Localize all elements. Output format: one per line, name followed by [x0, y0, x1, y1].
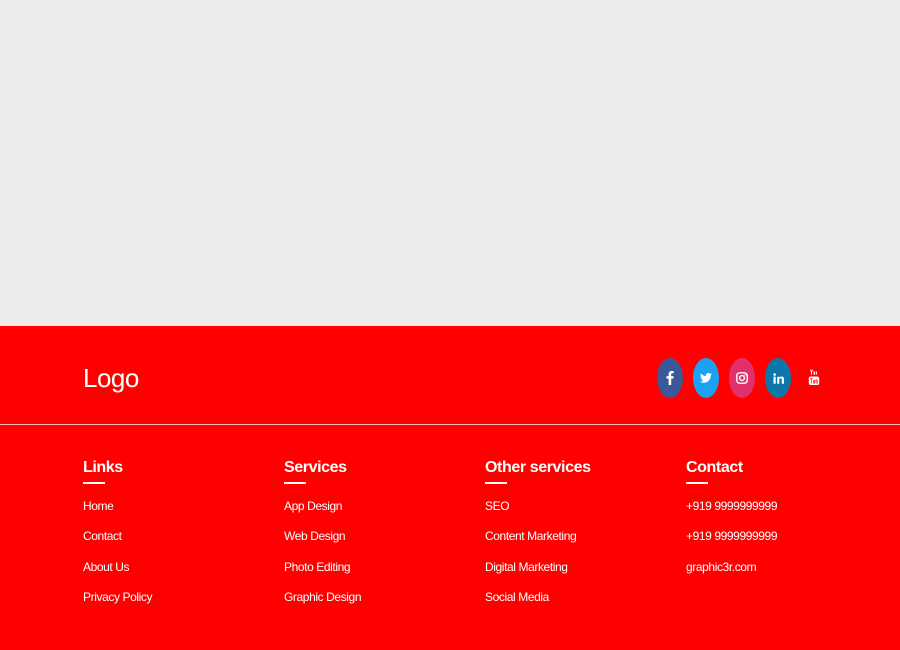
- footer-column-links: Links Home Contact About Us Privacy Poli…: [83, 457, 284, 619]
- linkedin-icon: [772, 372, 784, 384]
- page: Logo Links Home Contact About Us Privacy…: [0, 0, 900, 650]
- youtube-link[interactable]: [801, 358, 827, 398]
- social-links: [657, 358, 827, 398]
- column-title: Links: [83, 459, 123, 476]
- link-item-home[interactable]: Home: [83, 498, 284, 528]
- footer-top: Logo: [0, 326, 900, 424]
- twitter-icon: [700, 373, 712, 383]
- facebook-icon: [666, 371, 674, 385]
- footer-columns: Links Home Contact About Us Privacy Poli…: [83, 457, 887, 619]
- footer-column-other-services: Other services SEO Content Marketing Dig…: [485, 457, 686, 619]
- footer-column-contact: Contact +919 9999999999 +919 9999999999 …: [686, 457, 887, 619]
- link-item-seo[interactable]: SEO: [485, 498, 686, 528]
- link-list: App Design Web Design Photo Editing Grap…: [284, 498, 485, 619]
- link-item-graphic-design[interactable]: Graphic Design: [284, 589, 485, 619]
- title-underline: [83, 482, 105, 484]
- linkedin-link[interactable]: [765, 358, 791, 398]
- title-underline: [284, 482, 306, 484]
- contact-website[interactable]: graphic3r.com: [686, 559, 887, 589]
- title-underline: [686, 482, 708, 484]
- link-item-digital-marketing[interactable]: Digital Marketing: [485, 559, 686, 589]
- link-item-app-design[interactable]: App Design: [284, 498, 485, 528]
- link-item-contact[interactable]: Contact: [83, 528, 284, 558]
- link-item-photo-editing[interactable]: Photo Editing: [284, 559, 485, 589]
- footer-logo[interactable]: Logo: [83, 362, 139, 394]
- link-list: +919 9999999999 +919 9999999999 graphic3…: [686, 498, 887, 589]
- link-item-social-media[interactable]: Social Media: [485, 589, 686, 619]
- link-list: SEO Content Marketing Digital Marketing …: [485, 498, 686, 619]
- link-list: Home Contact About Us Privacy Policy: [83, 498, 284, 619]
- footer-divider: [0, 424, 900, 425]
- link-item-about-us[interactable]: About Us: [83, 559, 284, 589]
- site-footer: Logo Links Home Contact About Us Privacy…: [0, 326, 900, 650]
- title-underline: [485, 482, 507, 484]
- instagram-link[interactable]: [729, 358, 755, 398]
- youtube-icon: [808, 369, 820, 387]
- main-content-area: [0, 0, 900, 326]
- instagram-icon: [736, 372, 748, 384]
- facebook-link[interactable]: [657, 358, 683, 398]
- column-title: Contact: [686, 459, 743, 476]
- contact-phone-2[interactable]: +919 9999999999: [686, 528, 887, 558]
- column-title: Services: [284, 459, 347, 476]
- twitter-link[interactable]: [693, 358, 719, 398]
- footer-column-services: Services App Design Web Design Photo Edi…: [284, 457, 485, 619]
- link-item-content-marketing[interactable]: Content Marketing: [485, 528, 686, 558]
- column-title: Other services: [485, 459, 591, 476]
- contact-phone-1[interactable]: +919 9999999999: [686, 498, 887, 528]
- link-item-web-design[interactable]: Web Design: [284, 528, 485, 558]
- link-item-privacy-policy[interactable]: Privacy Policy: [83, 589, 284, 619]
